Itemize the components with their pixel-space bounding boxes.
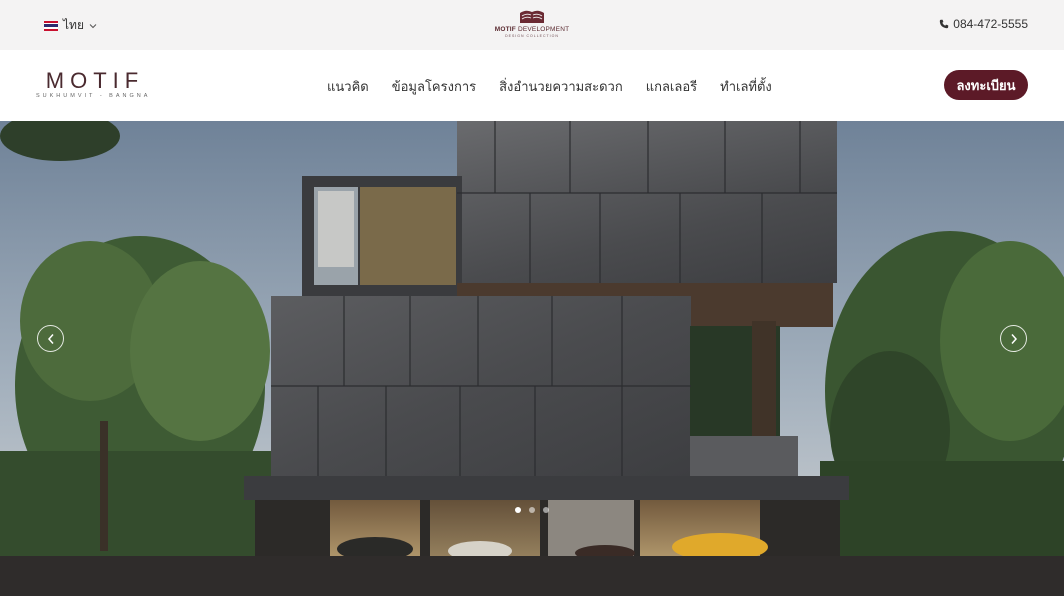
main-menu: แนวคิด ข้อมูลโครงการ สิ่งอำนวยความสะดวก … [327,76,772,97]
slider-dot[interactable] [515,507,521,513]
slider-pagination [515,507,549,513]
top-bar: ไทย MOTIF DEVELOPMENT DESIGN COLLECTION … [0,0,1064,50]
menu-item-location[interactable]: ทำเลที่ตั้ง [720,76,772,97]
developer-tagline: DESIGN COLLECTION [505,34,559,38]
menu-item-concept[interactable]: แนวคิด [327,76,369,97]
chevron-left-icon [47,333,54,344]
menu-item-facilities[interactable]: สิ่งอำนวยความสะดวก [499,76,623,97]
brand-name: MOTIF [45,68,145,93]
hero-slider [0,121,1064,556]
brand-tagline: SUKHUMVIT - BANGNA [36,93,151,99]
developer-logo[interactable]: MOTIF DEVELOPMENT DESIGN COLLECTION [494,8,570,38]
building-logo-icon [520,10,544,23]
chevron-right-icon [1010,333,1017,344]
phone-number: 084-472-5555 [953,17,1028,31]
slider-dot[interactable] [543,507,549,513]
slider-prev-button[interactable] [37,325,64,352]
hero-house-image [0,121,1064,556]
thai-flag-icon [44,20,58,31]
menu-item-gallery[interactable]: แกลเลอรี [646,76,697,97]
language-label: ไทย [63,18,84,32]
slider-dot[interactable] [529,507,535,513]
brand-logo[interactable]: MOTIF SUKHUMVIT - BANGNA [36,68,151,100]
main-navbar: MOTIF SUKHUMVIT - BANGNA แนวคิด ข้อมูลโค… [0,50,1064,121]
phone-contact[interactable]: 084-472-5555 [939,17,1028,31]
register-button[interactable]: ลงทะเบียน [944,70,1028,100]
chevron-down-icon [89,23,97,28]
menu-item-project-info[interactable]: ข้อมูลโครงการ [392,76,476,97]
next-section-strip [0,556,1064,596]
slider-next-button[interactable] [1000,325,1027,352]
phone-icon [940,19,949,29]
developer-name: MOTIF DEVELOPMENT [494,26,570,33]
language-selector[interactable]: ไทย [44,16,97,35]
